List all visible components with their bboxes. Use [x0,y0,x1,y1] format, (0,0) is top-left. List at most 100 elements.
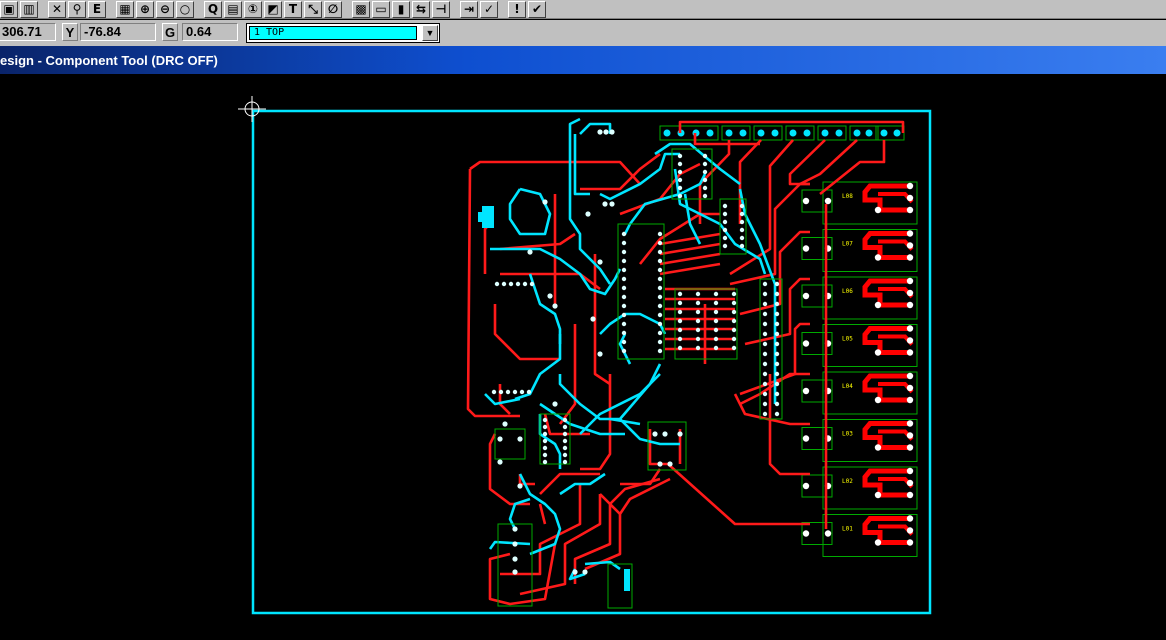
led-label: L02 [842,478,853,485]
pad [657,267,663,273]
pad [657,461,663,467]
pad [542,459,548,465]
pad [762,331,768,337]
route-icon[interactable]: ⤡ [304,0,322,18]
pad [713,300,719,306]
pad [695,336,701,342]
origin-crosshair-icon [238,96,266,122]
query-icon[interactable]: Q [204,0,222,18]
pad [497,436,503,442]
pad [572,569,578,575]
pad [774,361,780,367]
pad [657,285,663,291]
chevron-down-icon[interactable]: ▼ [422,25,438,41]
pad [722,243,728,249]
draw-icon[interactable]: ◩ [264,0,282,18]
pad [497,459,503,465]
pad [702,193,708,199]
pad [739,235,745,241]
pad [652,431,658,437]
pad [657,276,663,282]
pad [657,348,663,354]
pad [774,331,780,337]
delete-icon[interactable]: ✕ [48,0,66,18]
pin-number-icon[interactable]: ① [244,0,262,18]
no-connect-icon[interactable]: ∅ [324,0,342,18]
pad [519,389,525,395]
pad [695,291,701,297]
pad [774,391,780,397]
pad [562,438,568,444]
led-label: L08 [842,193,853,200]
pad [695,309,701,315]
pcb-drawing: L08 L07 L06 L05 L04 L03 L02 L01 [238,96,932,615]
pad [621,276,627,282]
pad [677,185,683,191]
pad [517,483,523,489]
pad [677,161,683,167]
pad [621,303,627,309]
pad [502,421,508,427]
pad [762,411,768,417]
pad [657,294,663,300]
align-icon[interactable]: ⊣ [432,0,450,18]
text-icon[interactable]: T [284,0,302,18]
pad [657,321,663,327]
pcb-canvas[interactable]: L08 L07 L06 L05 L04 L03 L02 L01 [0,74,1166,635]
pad [657,258,663,264]
pad [621,339,627,345]
pad [774,301,780,307]
save-icon[interactable]: ▣ [0,0,18,18]
pad [667,461,673,467]
led-module: L03 [801,419,918,462]
edit-icon[interactable]: E [88,0,106,18]
checkmark-route-icon[interactable]: ✓ [480,0,498,18]
drc-report-icon[interactable]: ▭ [372,0,390,18]
pad [677,300,683,306]
grid-size-input[interactable]: 0.64 [182,23,238,41]
bar-chart-icon[interactable]: ▥ [20,0,38,18]
pad [731,327,737,333]
layer-select[interactable]: 1 TOP ▼ [246,23,440,43]
pad [562,431,568,437]
drc-check-icon[interactable]: ✔ [528,0,546,18]
led-module: L05 [801,324,918,367]
pad [731,291,737,297]
pad [657,231,663,237]
led-module: L01 [801,514,918,557]
pad [508,281,514,287]
led-label: L04 [842,383,853,390]
pad [774,291,780,297]
pad [562,445,568,451]
color-palette-icon[interactable]: ▩ [352,0,370,18]
pad [774,311,780,317]
zoom-in-icon[interactable]: ⊕ [136,0,154,18]
led-module: L06 [801,276,918,320]
pad [722,227,728,233]
pad [695,318,701,324]
pad [562,452,568,458]
pad [702,177,708,183]
pad [621,330,627,336]
pad [542,445,548,451]
pad [702,153,708,159]
layer-pair-icon[interactable]: ▮ [392,0,410,18]
pad [739,219,745,225]
led-label: L05 [842,336,853,343]
component-icon[interactable]: ▤ [224,0,242,18]
led-label: L01 [842,526,853,533]
zoom-out-icon[interactable]: ⊖ [156,0,174,18]
pad [501,281,507,287]
swap-icon[interactable]: ⇆ [412,0,430,18]
find-icon[interactable]: ⚲ [68,0,86,18]
pad [739,211,745,217]
warning-icon[interactable]: ! [508,0,526,18]
zoom-fit-icon[interactable]: ○ [176,0,194,18]
pad [590,316,596,322]
grid-icon[interactable]: ▦ [116,0,134,18]
pad [512,389,518,395]
import-icon[interactable]: ⇥ [460,0,478,18]
pad [713,318,719,324]
pad [774,401,780,407]
led-label: L07 [842,241,853,248]
